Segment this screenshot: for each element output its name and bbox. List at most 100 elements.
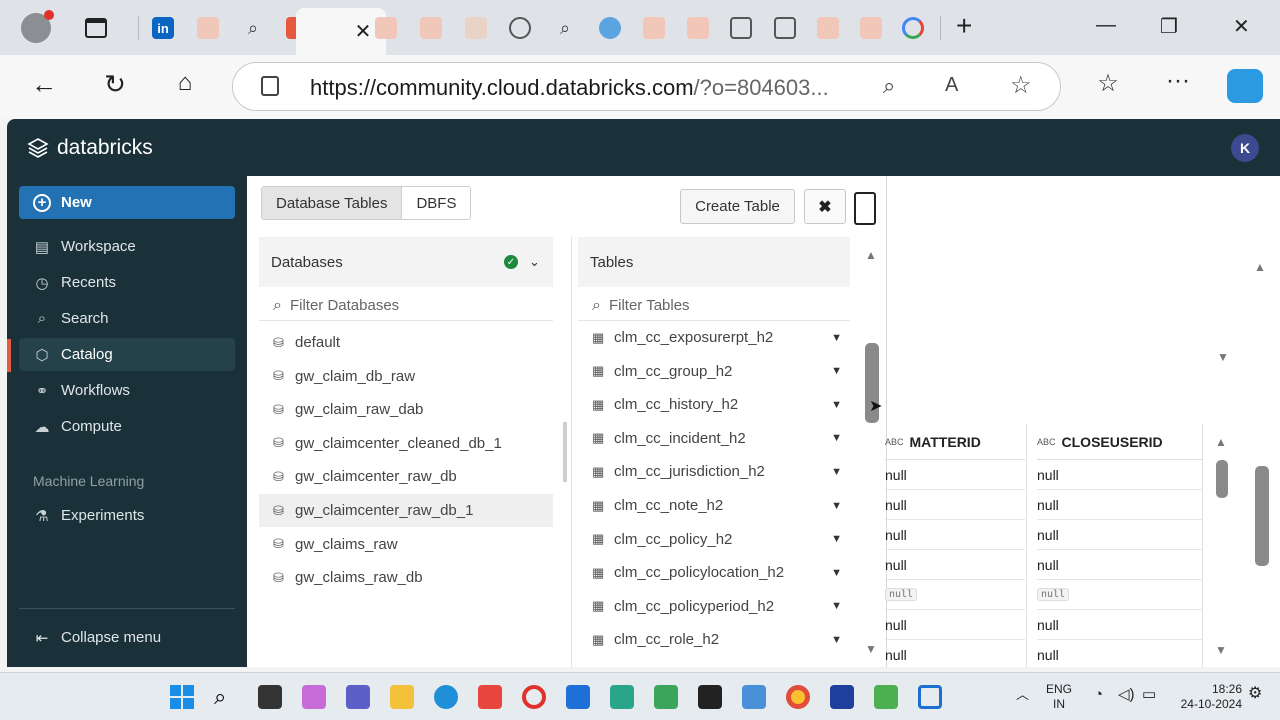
chrome-icon[interactable] xyxy=(786,685,810,709)
table-cell[interactable]: null xyxy=(885,640,1025,667)
database-item[interactable]: ⛁ gw_claims_raw_db xyxy=(259,561,553,594)
caret-down-icon[interactable]: ▼ xyxy=(831,332,842,344)
pin-button[interactable] xyxy=(854,192,876,225)
sidebar-item-experiments[interactable]: ⚗ Experiments xyxy=(19,499,235,532)
notifications-icon[interactable]: ⚙ xyxy=(1248,686,1262,702)
restore-button[interactable]: ❐ xyxy=(1160,14,1178,39)
table-item[interactable]: ▦ clm_cc_role_h2 ▼ xyxy=(578,623,850,656)
sidebar-item-recents[interactable]: ◷ Recents xyxy=(19,266,235,299)
tab-databricks-4[interactable] xyxy=(411,8,451,48)
refresh-button[interactable]: ↻ xyxy=(97,69,133,100)
scroll-up-arrow-icon[interactable]: ▲ xyxy=(1215,435,1227,449)
file-explorer-icon[interactable] xyxy=(390,685,414,709)
database-item[interactable]: ⛁ gw_claimcenter_cleaned_db_1 xyxy=(259,427,553,460)
table-cell[interactable]: null xyxy=(885,550,1025,580)
page-scroll-thumb[interactable] xyxy=(1255,466,1269,566)
brand-logo[interactable]: databricks xyxy=(27,136,153,160)
tab-chatgpt[interactable] xyxy=(500,8,540,48)
user-avatar[interactable]: K xyxy=(1231,134,1259,162)
new-tab-button[interactable]: + xyxy=(956,10,972,42)
tab-databricks-6[interactable] xyxy=(678,8,718,48)
collapse-menu-button[interactable]: ⇤ Collapse menu xyxy=(19,621,235,654)
tab-search-1[interactable]: ⌕ xyxy=(233,8,273,48)
caret-down-icon[interactable]: ▼ xyxy=(831,500,842,512)
create-table-button[interactable]: Create Table xyxy=(680,189,795,224)
tab-database-tables[interactable]: Database Tables xyxy=(262,187,403,219)
edge-icon[interactable] xyxy=(434,685,458,709)
copilot-icon[interactable] xyxy=(1227,69,1263,103)
teams-icon[interactable] xyxy=(346,685,370,709)
table-item[interactable]: ▦ clm_cc_history_h2 ▼ xyxy=(578,388,850,421)
favorites-button[interactable]: ☆ xyxy=(1090,69,1126,98)
chevron-down-icon[interactable]: ⌄ xyxy=(529,254,540,270)
notepad-icon[interactable] xyxy=(742,685,766,709)
database-item[interactable]: ⛁ gw_claim_db_raw xyxy=(259,360,553,393)
volume-icon[interactable]: ◁) xyxy=(1118,687,1135,702)
remote-app-icon[interactable] xyxy=(918,685,942,709)
caret-down-icon[interactable]: ▼ xyxy=(831,634,842,646)
zoom-icon[interactable]: ⌕ xyxy=(883,73,895,99)
table-cell[interactable]: null xyxy=(1037,460,1202,490)
database-item[interactable]: ⛁ gw_claimcenter_raw_db_1 xyxy=(259,494,553,527)
tab-linkedin[interactable]: in xyxy=(143,8,183,48)
scroll-down-arrow-icon[interactable]: ▼ xyxy=(865,642,877,656)
caret-down-icon[interactable]: ▼ xyxy=(831,399,842,411)
tab-databricks-7[interactable] xyxy=(808,8,848,48)
tab-actions-button[interactable] xyxy=(76,8,116,48)
caret-down-icon[interactable]: ▼ xyxy=(831,600,842,612)
battery-icon[interactable]: ▭ xyxy=(1142,687,1156,702)
profile-avatar[interactable] xyxy=(16,8,56,48)
search-icon[interactable]: ⌕ xyxy=(214,685,238,709)
database-item[interactable]: ⛁ default xyxy=(259,326,553,359)
terminal-icon[interactable] xyxy=(698,685,722,709)
favorite-star-icon[interactable]: ☆ xyxy=(1010,71,1032,100)
table-item[interactable]: ▦ clm_cc_group_h2 ▼ xyxy=(578,355,850,388)
column-header-matterid[interactable]: ABC MATTERID xyxy=(885,424,1025,460)
scroll-up-arrow-icon[interactable]: ▲ xyxy=(865,248,877,262)
table-item[interactable]: ▦ clm_cc_exposurerpt_h2 ▼ xyxy=(578,321,850,354)
caret-down-icon[interactable]: ▼ xyxy=(831,567,842,579)
scroll-up-arrow-icon[interactable]: ▲ xyxy=(1254,260,1266,274)
table-cell[interactable]: null xyxy=(1037,640,1202,667)
start-windows-icon[interactable] xyxy=(170,685,194,709)
table-cell[interactable]: null xyxy=(885,520,1025,550)
caret-down-icon[interactable]: ▼ xyxy=(831,432,842,444)
tab-databricks-3[interactable] xyxy=(366,8,406,48)
filter-databases-input[interactable]: ⌕ Filter Databases xyxy=(259,291,553,321)
table-cell[interactable]: null xyxy=(1037,610,1202,640)
sidebar-item-workspace[interactable]: ▤ Workspace xyxy=(19,230,235,263)
tab-dbfs[interactable]: DBFS xyxy=(402,187,470,219)
show-hidden-icons[interactable]: ︿ xyxy=(1016,687,1029,702)
caret-down-icon[interactable]: ▼ xyxy=(831,533,842,545)
caret-down-icon[interactable]: ▼ xyxy=(831,365,842,377)
table-cell[interactable]: null xyxy=(1037,550,1202,580)
task-view-icon[interactable] xyxy=(258,685,282,709)
read-aloud-icon[interactable]: A xyxy=(945,74,958,97)
database-item[interactable]: ⛁ gw_claim_raw_dab xyxy=(259,393,553,426)
powershell-icon[interactable] xyxy=(830,685,854,709)
table-item[interactable]: ▦ clm_cc_jurisdiction_h2 ▼ xyxy=(578,455,850,488)
table-cell[interactable]: null xyxy=(885,610,1025,640)
column-header-closeuserid[interactable]: ABC CLOSEUSERID xyxy=(1037,424,1202,460)
tab-app-1[interactable] xyxy=(721,8,761,48)
table-cell[interactable]: null xyxy=(1037,520,1202,550)
sidebar-item-workflows[interactable]: ⚭ Workflows xyxy=(19,374,235,407)
databases-scrollbar[interactable] xyxy=(563,422,567,482)
filter-tables-input[interactable]: ⌕ Filter Tables xyxy=(578,291,850,321)
sidebar-item-compute[interactable]: ☁ Compute xyxy=(19,410,235,443)
back-button[interactable]: ← xyxy=(26,69,62,100)
new-button[interactable]: + New xyxy=(19,186,235,219)
scroll-down-arrow-icon[interactable]: ▼ xyxy=(1217,350,1229,364)
tab-databricks-8[interactable] xyxy=(851,8,891,48)
clock[interactable]: 18:26 24-10-2024 xyxy=(1172,682,1242,712)
language-indicator[interactable]: ENG IN xyxy=(1046,682,1072,712)
chart-app-icon[interactable] xyxy=(874,685,898,709)
address-bar[interactable]: https://community.cloud.databricks.com/?… xyxy=(232,62,1061,111)
more-menu-button[interactable]: ··· xyxy=(1160,67,1196,95)
tab-databricks-1[interactable] xyxy=(188,8,228,48)
snipping-icon[interactable] xyxy=(610,685,634,709)
table-item[interactable]: ▦ clm_cc_incident_h2 ▼ xyxy=(578,422,850,455)
tab-google[interactable] xyxy=(893,8,933,48)
table-cell[interactable]: null xyxy=(1037,580,1202,610)
table-item[interactable]: ▦ clm_cc_policyperiod_h2 ▼ xyxy=(578,590,850,623)
